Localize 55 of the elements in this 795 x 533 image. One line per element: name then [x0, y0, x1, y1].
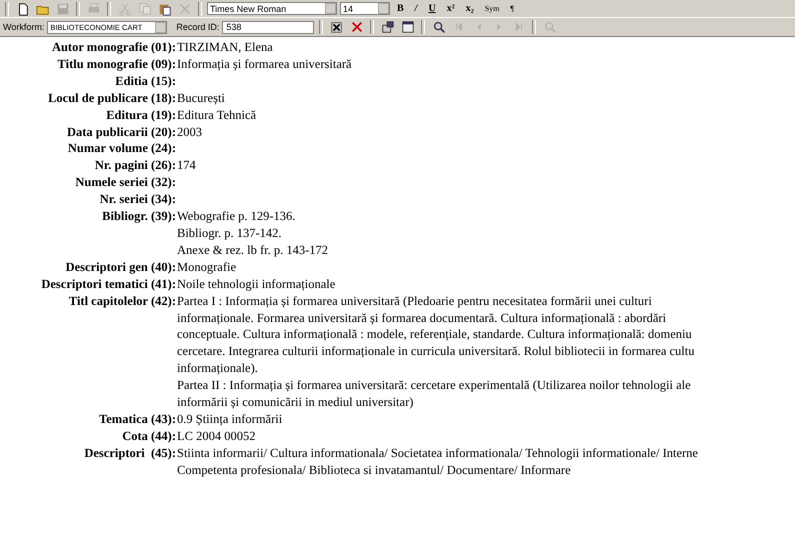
properties-icon[interactable]: [380, 20, 395, 34]
field-label: Descriptori (45):: [83, 444, 176, 462]
field-label: Descriptori gen (40):: [64, 258, 176, 276]
field-label: Titlu monografie (09):: [56, 56, 176, 73]
clipboard-icon[interactable]: [158, 2, 172, 16]
field-value: Informația și formarea universitară: [176, 56, 353, 73]
field-label: Data publicarii (20):: [66, 124, 176, 140]
field-label: Tematica (43):: [98, 410, 176, 428]
sup-button[interactable]: x²: [442, 3, 459, 14]
field-label: Nr. pagini (26):: [94, 157, 176, 174]
field-value: informaționale).: [176, 360, 259, 378]
field-label: Nr. seriei (34):: [98, 191, 176, 208]
field-label: Autor monografie (01):: [50, 39, 176, 56]
size-dropdown[interactable]: 14: [340, 2, 390, 15]
bold-button[interactable]: B: [393, 3, 408, 14]
field-value: Competenta profesionala/ Biblioteca si invatamantul/ Documentare/ Informare: [176, 462, 572, 479]
field-value: 174: [176, 157, 197, 174]
field-value: Bibliogr. p. 137-142.: [176, 224, 283, 242]
field-value: București: [176, 90, 226, 107]
record-id-label: Record ID:: [176, 22, 220, 32]
field-value: informării și comunicării in mediul universitar): [176, 394, 414, 411]
symbol-button[interactable]: ¶: [506, 4, 518, 13]
field-label: Numar volume (24):: [66, 140, 176, 158]
field-value: informaționale. Formarea universitară și formarea documentară. Cultura informațională : abordări: [176, 310, 668, 326]
field-value: Anexe & rez. lb fr. p. 143-172: [176, 242, 330, 259]
field-value: Editura Tehnică: [176, 106, 258, 124]
font-dropdown[interactable]: Times New Roman: [207, 2, 337, 15]
field-value: Monografie: [176, 258, 238, 276]
field-label: Numele seriei (32):: [74, 174, 176, 192]
underline-button[interactable]: U: [424, 3, 440, 14]
field-value: 2003: [176, 124, 203, 140]
field-label: Descriptori tematici (41):: [40, 276, 176, 293]
field-value: Stiinta informarii/ Cultura informationala/ Societatea informationala/ Tehnologii informationale/ Interne: [176, 444, 699, 462]
field-label: Cota (44):: [121, 428, 176, 445]
field-label: Editura (19):: [105, 106, 176, 124]
field-value: TIRZIMAN, Elena: [176, 39, 274, 56]
sub-button[interactable]: x₂: [462, 3, 478, 14]
field-label: Bibliogr. (39):: [101, 208, 176, 226]
field-value: conceptuale. Cultura informațională : modele, referențiale, standarde. Cultura informațională: domeniu: [176, 326, 693, 344]
search-icon[interactable]: [432, 20, 446, 34]
field-value: LC 2004 00052: [176, 428, 256, 445]
field-value: Partea I : Informația și formarea universitară (Pledoarie pentru necesitatea formării unei culturi: [176, 292, 653, 310]
field-value: Partea II : Informația și formarea universitară: cercetare experimentală (Utilizarea noilor tehnologii ale: [176, 377, 692, 394]
field-value: Webografie p. 129-136.: [176, 208, 296, 225]
form-icon[interactable]: [400, 20, 415, 34]
field-value: cercetare. Integrarea culturii informaționale in curricula universitară. Rolul bibliotecii in formarea cultu: [176, 343, 696, 360]
record-id-field[interactable]: 538: [222, 20, 314, 34]
field-label: Locul de publicare (18):: [47, 90, 176, 107]
italic-button[interactable]: /: [410, 3, 422, 14]
field-value: Noile tehnologii informaționale: [176, 276, 336, 293]
field-label: Editia (15):: [114, 72, 176, 90]
field-label: Titl capitolelor (42):: [68, 292, 176, 310]
workform-label: Workform:: [3, 22, 44, 32]
field-value: 0.9 Știința informării: [176, 410, 284, 428]
symbol-button[interactable]: Sym: [480, 4, 504, 13]
